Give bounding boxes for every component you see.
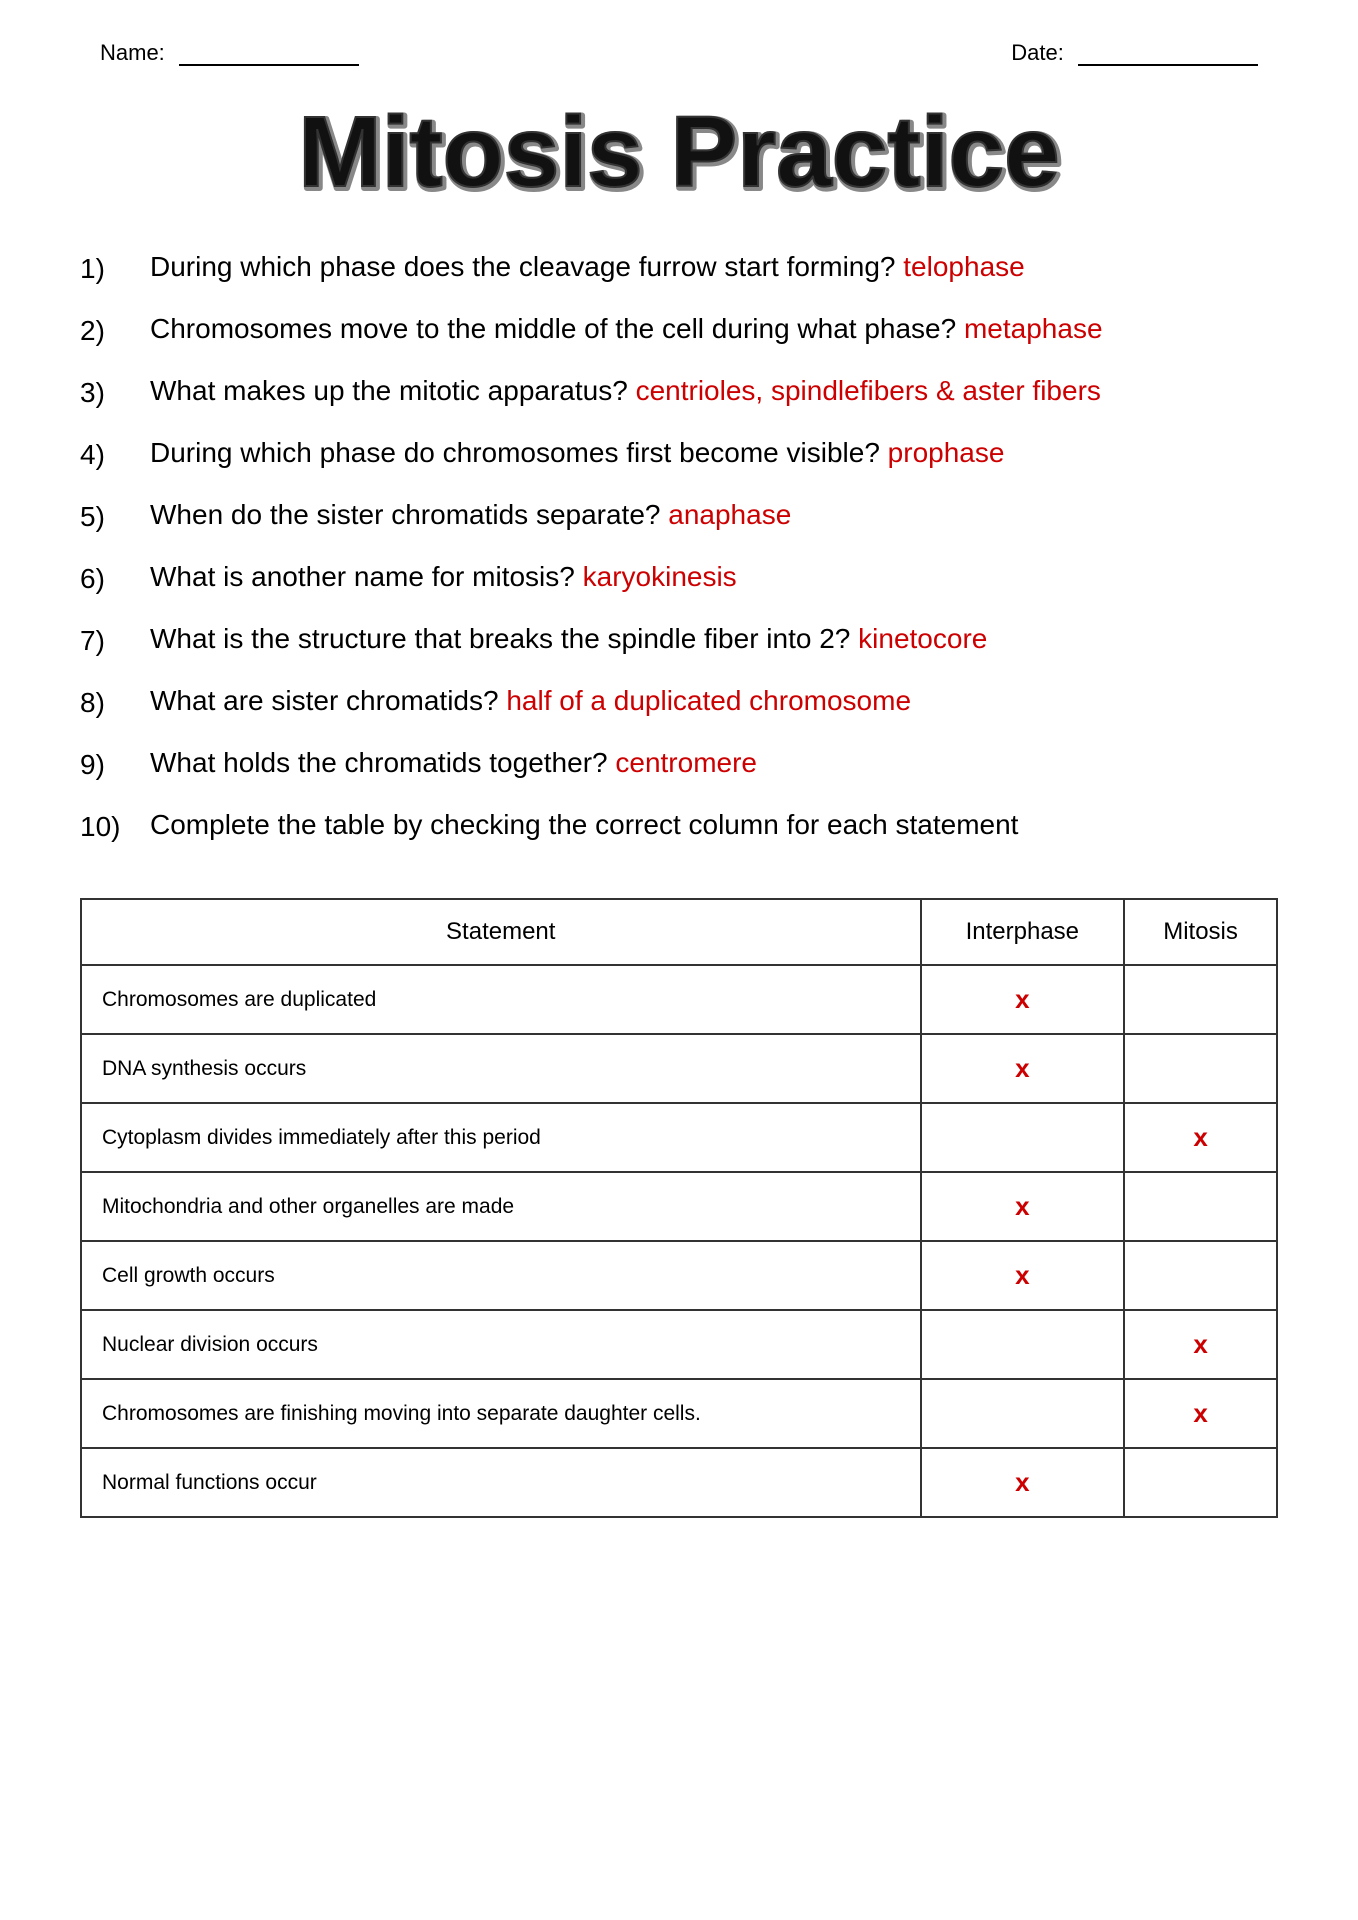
question-number: 4) xyxy=(80,432,150,476)
table-cell-mitosis xyxy=(1124,1448,1277,1517)
question-number: 7) xyxy=(80,618,150,662)
question-number: 2) xyxy=(80,308,150,352)
title-container: .title-font { font-family: 'Arial Black'… xyxy=(80,86,1278,206)
col-header-statement: Statement xyxy=(81,899,921,965)
table-cell-statement: Chromosomes are finishing moving into se… xyxy=(81,1379,921,1448)
questions-list: 1)During which phase does the cleavage f… xyxy=(80,246,1278,848)
question-number: 1) xyxy=(80,246,150,290)
table-cell-mitosis: x xyxy=(1124,1310,1277,1379)
header-fields: Name: Date: xyxy=(80,40,1278,66)
name-label: Name: xyxy=(100,40,165,65)
table-row: Mitochondria and other organelles are ma… xyxy=(81,1172,1277,1241)
question-number: 8) xyxy=(80,680,150,724)
question-item: 4)During which phase do chromosomes firs… xyxy=(80,432,1278,476)
table-cell-interphase xyxy=(921,1103,1125,1172)
table-cell-statement: Normal functions occur xyxy=(81,1448,921,1517)
date-label: Date: xyxy=(1011,40,1064,65)
question-answer: centromere xyxy=(615,747,757,778)
question-number: 6) xyxy=(80,556,150,600)
question-answer: centrioles, spindlefibers & aster fibers xyxy=(636,375,1101,406)
table-cell-mitosis xyxy=(1124,1034,1277,1103)
question-item: 2)Chromosomes move to the middle of the … xyxy=(80,308,1278,352)
col-header-interphase: Interphase xyxy=(921,899,1125,965)
table-section: Statement Interphase Mitosis Chromosomes… xyxy=(80,898,1278,1518)
question-text: What is another name for mitosis? karyok… xyxy=(150,556,1278,598)
svg-text:Mitosis Practice: Mitosis Practice xyxy=(298,96,1059,206)
table-cell-mitosis xyxy=(1124,1241,1277,1310)
table-cell-interphase: x xyxy=(921,1034,1125,1103)
question-text: When do the sister chromatids separate? … xyxy=(150,494,1278,536)
table-cell-interphase: x xyxy=(921,1448,1125,1517)
name-line xyxy=(179,64,359,66)
question-text: During which phase does the cleavage fur… xyxy=(150,246,1278,288)
question-item: 1)During which phase does the cleavage f… xyxy=(80,246,1278,290)
table-row: Nuclear division occurs x xyxy=(81,1310,1277,1379)
question-answer: kinetocore xyxy=(858,623,987,654)
question-item: 8)What are sister chromatids? half of a … xyxy=(80,680,1278,724)
table-cell-interphase: x xyxy=(921,965,1125,1034)
question-answer: prophase xyxy=(888,437,1005,468)
question-answer: half of a duplicated chromosome xyxy=(506,685,911,716)
question-number: 3) xyxy=(80,370,150,414)
table-cell-statement: Mitochondria and other organelles are ma… xyxy=(81,1172,921,1241)
question-item: 5)When do the sister chromatids separate… xyxy=(80,494,1278,538)
question-item: 9)What holds the chromatids together? ce… xyxy=(80,742,1278,786)
table-cell-statement: Cell growth occurs xyxy=(81,1241,921,1310)
question-answer: karyokinesis xyxy=(583,561,737,592)
table-cell-statement: DNA synthesis occurs xyxy=(81,1034,921,1103)
table-header-row: Statement Interphase Mitosis xyxy=(81,899,1277,965)
table-cell-interphase xyxy=(921,1379,1125,1448)
table-row: Chromosomes are finishing moving into se… xyxy=(81,1379,1277,1448)
question-item: 7)What is the structure that breaks the … xyxy=(80,618,1278,662)
question-text: What is the structure that breaks the sp… xyxy=(150,618,1278,660)
table-cell-interphase xyxy=(921,1310,1125,1379)
question-number: 10) xyxy=(80,804,150,848)
title-svg: .title-font { font-family: 'Arial Black'… xyxy=(229,86,1129,206)
question-answer: metaphase xyxy=(964,313,1103,344)
table-cell-mitosis xyxy=(1124,965,1277,1034)
date-field: Date: xyxy=(1011,40,1258,66)
table-row: Cell growth occursx xyxy=(81,1241,1277,1310)
table-row: Normal functions occurx xyxy=(81,1448,1277,1517)
question-answer: anaphase xyxy=(668,499,791,530)
table-cell-mitosis: x xyxy=(1124,1379,1277,1448)
table-cell-statement: Chromosomes are duplicated xyxy=(81,965,921,1034)
question-text: What holds the chromatids together? cent… xyxy=(150,742,1278,784)
table-row: DNA synthesis occursx xyxy=(81,1034,1277,1103)
table-cell-statement: Cytoplasm divides immediately after this… xyxy=(81,1103,921,1172)
question-text: What makes up the mitotic apparatus? cen… xyxy=(150,370,1278,412)
name-field: Name: xyxy=(100,40,359,66)
question-number: 9) xyxy=(80,742,150,786)
question-answer: telophase xyxy=(903,251,1024,282)
question-item: 6)What is another name for mitosis? kary… xyxy=(80,556,1278,600)
table-cell-interphase: x xyxy=(921,1172,1125,1241)
phase-table: Statement Interphase Mitosis Chromosomes… xyxy=(80,898,1278,1518)
table-row: Chromosomes are duplicatedx xyxy=(81,965,1277,1034)
question-text: During which phase do chromosomes first … xyxy=(150,432,1278,474)
table-cell-interphase: x xyxy=(921,1241,1125,1310)
question-text: Chromosomes move to the middle of the ce… xyxy=(150,308,1278,350)
question-text: Complete the table by checking the corre… xyxy=(150,804,1278,846)
question-item: 3)What makes up the mitotic apparatus? c… xyxy=(80,370,1278,414)
table-row: Cytoplasm divides immediately after this… xyxy=(81,1103,1277,1172)
date-line xyxy=(1078,64,1258,66)
table-cell-statement: Nuclear division occurs xyxy=(81,1310,921,1379)
col-header-mitosis: Mitosis xyxy=(1124,899,1277,965)
question-number: 5) xyxy=(80,494,150,538)
question-text: What are sister chromatids? half of a du… xyxy=(150,680,1278,722)
question-item: 10)Complete the table by checking the co… xyxy=(80,804,1278,848)
table-cell-mitosis: x xyxy=(1124,1103,1277,1172)
table-cell-mitosis xyxy=(1124,1172,1277,1241)
